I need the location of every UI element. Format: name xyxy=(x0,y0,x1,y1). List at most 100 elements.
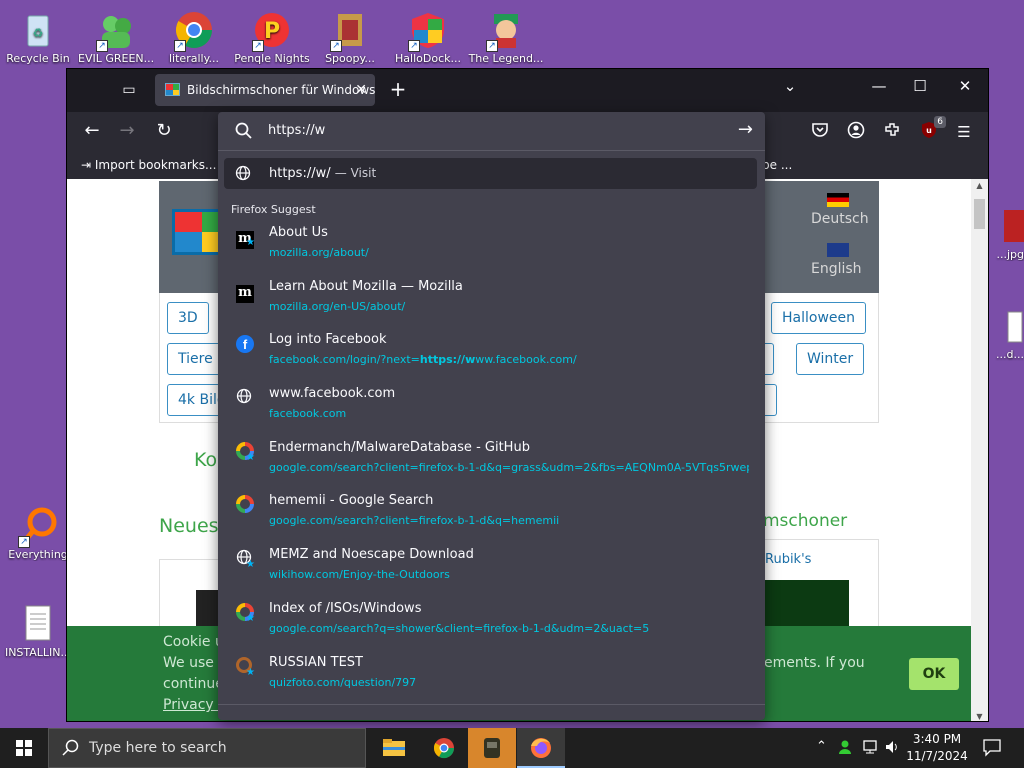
globe-icon xyxy=(236,388,254,406)
suggestion-row[interactable]: m Learn About Mozilla — Mozilla mozilla.… xyxy=(224,275,757,327)
uk-flag-icon[interactable] xyxy=(827,243,849,257)
suggestion-title: www.facebook.com xyxy=(269,386,396,401)
app-taskbar-icon[interactable] xyxy=(468,728,516,768)
suggestion-row[interactable]: ★ Index of /ISOs/Windows google.com/sear… xyxy=(224,597,757,649)
urlbar-dropdown: https://w → https://w/ — Visit Firefox S… xyxy=(218,112,765,720)
suggestion-row[interactable]: f Log into Facebook facebook.com/login/?… xyxy=(224,328,757,380)
scroll-down-icon[interactable]: ▼ xyxy=(971,712,988,721)
svg-text:P: P xyxy=(264,19,280,44)
desktop-icon-hallodock[interactable]: ↗ HalloDock... xyxy=(390,4,466,65)
desktop-icon-label: Spoopy... xyxy=(325,52,375,65)
mozilla-icon: m xyxy=(236,281,254,303)
list-all-tabs-icon[interactable]: ⌄ xyxy=(775,77,805,95)
svg-text:♻: ♻ xyxy=(33,26,44,40)
suggestion-row[interactable]: ★ MEMZ and Noescape Download wikihow.com… xyxy=(224,543,757,595)
scroll-thumb[interactable] xyxy=(974,199,985,229)
suggestion-row[interactable]: ★ RUSSIAN TEST quizfoto.com/question/797 xyxy=(224,651,757,703)
taskbar-clock[interactable]: 3:40 PM 11/7/2024 xyxy=(906,731,968,765)
account-icon[interactable] xyxy=(845,121,867,143)
language-english[interactable]: English xyxy=(811,261,862,277)
bookmark-item[interactable]: pe ... xyxy=(762,158,792,172)
suggestion-title: RUSSIAN TEST xyxy=(269,655,363,670)
go-arrow-icon[interactable]: → xyxy=(738,119,753,140)
chrome-taskbar-icon[interactable] xyxy=(420,728,468,768)
search-icon xyxy=(61,738,81,762)
suggestion-row[interactable]: m ★ About Us mozilla.org/about/ xyxy=(224,221,757,273)
back-icon[interactable]: ← xyxy=(79,120,105,141)
german-flag-icon[interactable] xyxy=(827,193,849,207)
blocked-count-badge: 6 xyxy=(934,116,946,128)
suggestion-title: Endermanch/MalwareDatabase - GitHub xyxy=(269,440,530,455)
minimize-icon[interactable]: — xyxy=(864,77,894,95)
cookie-text: ements. If you xyxy=(764,655,865,671)
cookie-ok-button[interactable]: OK xyxy=(909,658,959,690)
search-placeholder: Type here to search xyxy=(89,740,227,756)
screensaver-card[interactable]: Rubik's xyxy=(764,539,879,639)
suggestion-url: wikihow.com/Enjoy-the-Outdoors xyxy=(269,568,450,581)
menu-icon[interactable]: ☰ xyxy=(953,121,975,143)
forward-icon[interactable]: → xyxy=(114,120,140,141)
tab-overview-icon[interactable]: ▭ xyxy=(117,79,141,101)
import-bookmarks-link[interactable]: ⇥ Import bookmarks... xyxy=(81,158,216,172)
extensions-icon[interactable] xyxy=(881,121,903,143)
ublock-icon[interactable]: u 6 xyxy=(918,116,946,143)
notifications-icon[interactable] xyxy=(982,737,1002,761)
cookie-text: We use c xyxy=(163,655,227,671)
volume-icon[interactable] xyxy=(884,739,902,759)
suggestion-url: google.com/search?q=shower&client=firefo… xyxy=(269,622,650,635)
windows-start-icon[interactable] xyxy=(0,728,48,768)
tag-3d[interactable]: 3D xyxy=(167,302,209,334)
desktop-icon-label: Penqle Nights xyxy=(234,52,310,65)
scroll-up-icon[interactable]: ▲ xyxy=(971,181,988,190)
file-explorer-icon[interactable] xyxy=(370,728,418,768)
privacy-link[interactable]: Privacy F xyxy=(163,697,226,713)
everything-icon: ↗ xyxy=(18,506,58,548)
language-deutsch[interactable]: Deutsch xyxy=(811,211,869,227)
desktop-icon-label: HalloDock... xyxy=(395,52,461,65)
suggestion-row[interactable]: ★ Endermanch/MalwareDatabase - GitHub go… xyxy=(224,436,757,488)
desktop-icon-legend[interactable]: ↗ The Legend... xyxy=(468,4,544,65)
google-icon xyxy=(236,495,254,513)
tab-bildschirmschoner[interactable]: Bildschirmschoner für Windows ✕ xyxy=(155,74,375,106)
desktop-icon-evil-green[interactable]: ↗ EVIL GREEN... xyxy=(78,4,154,65)
new-tab-icon[interactable]: + xyxy=(385,77,411,101)
people-icon[interactable] xyxy=(838,739,856,759)
page-scrollbar[interactable]: ▲ ▼ xyxy=(971,179,988,721)
tag-tiere[interactable]: Tiere xyxy=(167,343,224,375)
reload-icon[interactable]: ↻ xyxy=(151,120,177,141)
close-window-icon[interactable]: ✕ xyxy=(950,77,980,95)
pocket-icon[interactable] xyxy=(809,121,831,143)
tab-bar: ▭ Bildschirmschoner für Windows ✕ + ⌄ — … xyxy=(67,69,988,112)
desktop-icon-penqle[interactable]: P ↗ Penqle Nights xyxy=(234,4,310,65)
show-hidden-icons-icon[interactable]: ⌃ xyxy=(816,739,827,754)
tag-winter[interactable]: Winter xyxy=(796,343,865,375)
suggestion-row[interactable]: hememii - Google Search google.com/searc… xyxy=(224,489,757,541)
network-icon[interactable] xyxy=(862,739,880,759)
heuristic-url: https://w/ xyxy=(269,166,331,181)
suggestion-row[interactable]: www.facebook.com facebook.com xyxy=(224,382,757,434)
firefox-taskbar-icon[interactable] xyxy=(517,728,565,768)
evil-green-icon: ↗ xyxy=(96,10,136,52)
desktop-icon-everything[interactable]: ↗ Everything xyxy=(0,500,76,561)
import-icon: ⇥ xyxy=(81,158,92,172)
heuristic-result[interactable]: https://w/ — Visit xyxy=(224,158,757,189)
url-input-row[interactable]: https://w → xyxy=(218,112,765,151)
desktop-icon-spoopy[interactable]: ↗ Spoopy... xyxy=(312,4,388,65)
suggestion-url: facebook.com xyxy=(269,407,347,420)
close-tab-icon[interactable]: ✕ xyxy=(355,74,367,106)
desktop-icon-installing[interactable]: INSTALLIN... xyxy=(0,598,76,659)
desktop-icon-chrome[interactable]: ↗ literally... xyxy=(156,4,232,65)
cookie-text: continue xyxy=(163,676,224,692)
bookmark-star-icon: ★ xyxy=(246,667,255,678)
tag-halloween[interactable]: Halloween xyxy=(771,302,867,334)
clock-date: 11/7/2024 xyxy=(906,749,968,763)
taskbar: Type here to search ⌃ 3:40 PM 11/7/2024 xyxy=(0,728,1024,768)
maximize-icon[interactable]: ☐ xyxy=(905,77,935,95)
desktop-icon-recycle-bin[interactable]: ♻ Recycle Bin xyxy=(0,4,76,65)
desktop-icon-label: Everything xyxy=(8,548,68,561)
heuristic-action: — Visit xyxy=(334,166,377,180)
facebook-icon: f xyxy=(236,334,254,353)
url-input[interactable]: https://w xyxy=(268,123,325,138)
taskbar-search-box[interactable]: Type here to search xyxy=(48,728,366,768)
image-file-icon xyxy=(1004,206,1024,246)
